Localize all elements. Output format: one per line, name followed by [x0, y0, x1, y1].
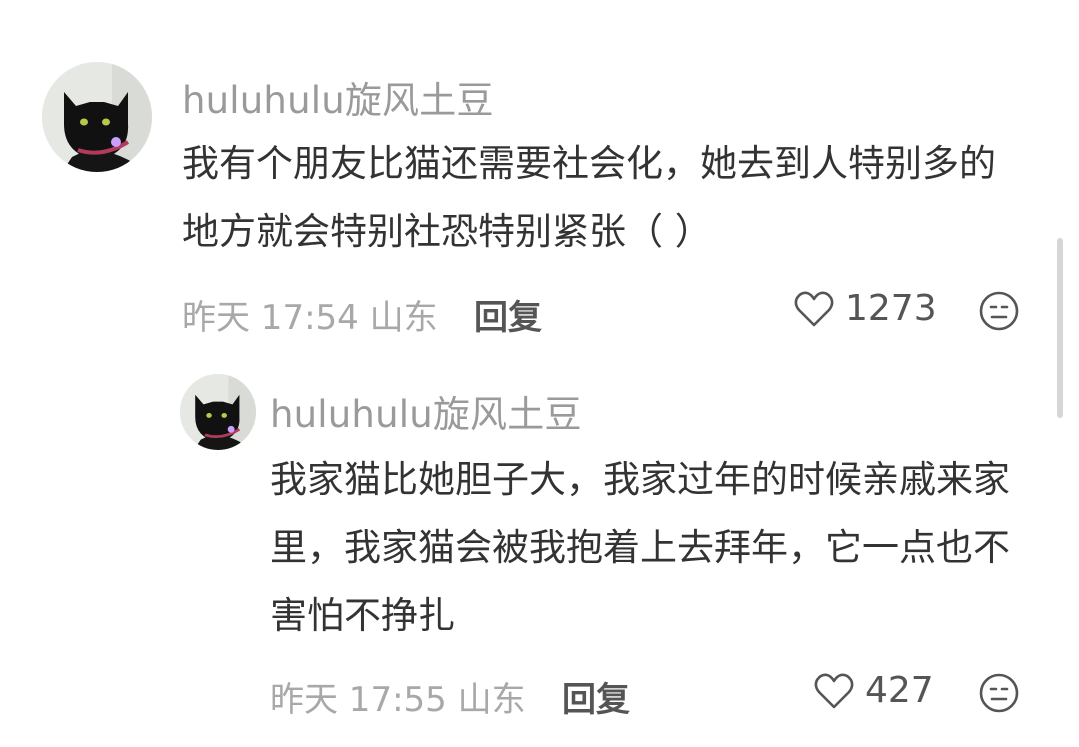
emoji-face-icon[interactable]	[978, 290, 1020, 332]
like-count: 427	[865, 670, 934, 711]
like-count: 1273	[845, 288, 937, 329]
emoji-face-icon[interactable]	[978, 672, 1020, 714]
black-cat-avatar	[180, 374, 256, 450]
comment-text: 我有个朋友比猫还需要社会化，她去到人特别多的地方就会特别社恐特别紧张（ ）	[182, 142, 996, 253]
heart-outline-icon	[814, 673, 854, 708]
reply-button[interactable]: 回复	[562, 672, 630, 721]
scrollbar[interactable]	[1057, 238, 1063, 418]
like-button[interactable]: 1273	[793, 288, 937, 329]
like-button[interactable]: 427	[813, 670, 934, 711]
black-cat-avatar	[42, 62, 152, 172]
comment-timestamp-location: 昨天 17:55 山东	[270, 680, 526, 720]
avatar[interactable]	[180, 374, 256, 450]
comment-text: 我家猫比她胆子大，我家过年的时候亲戚来家里，我家猫会被我抱着上去拜年，它一点也不…	[270, 458, 1010, 637]
heart-outline-icon	[794, 291, 834, 326]
reply-button[interactable]: 回复	[474, 290, 542, 339]
avatar[interactable]	[42, 62, 152, 172]
comment-username[interactable]: huluhulu旋风土豆	[182, 70, 494, 124]
comment-username[interactable]: huluhulu旋风土豆	[270, 384, 582, 438]
comment-timestamp-location: 昨天 17:54 山东	[182, 298, 438, 338]
